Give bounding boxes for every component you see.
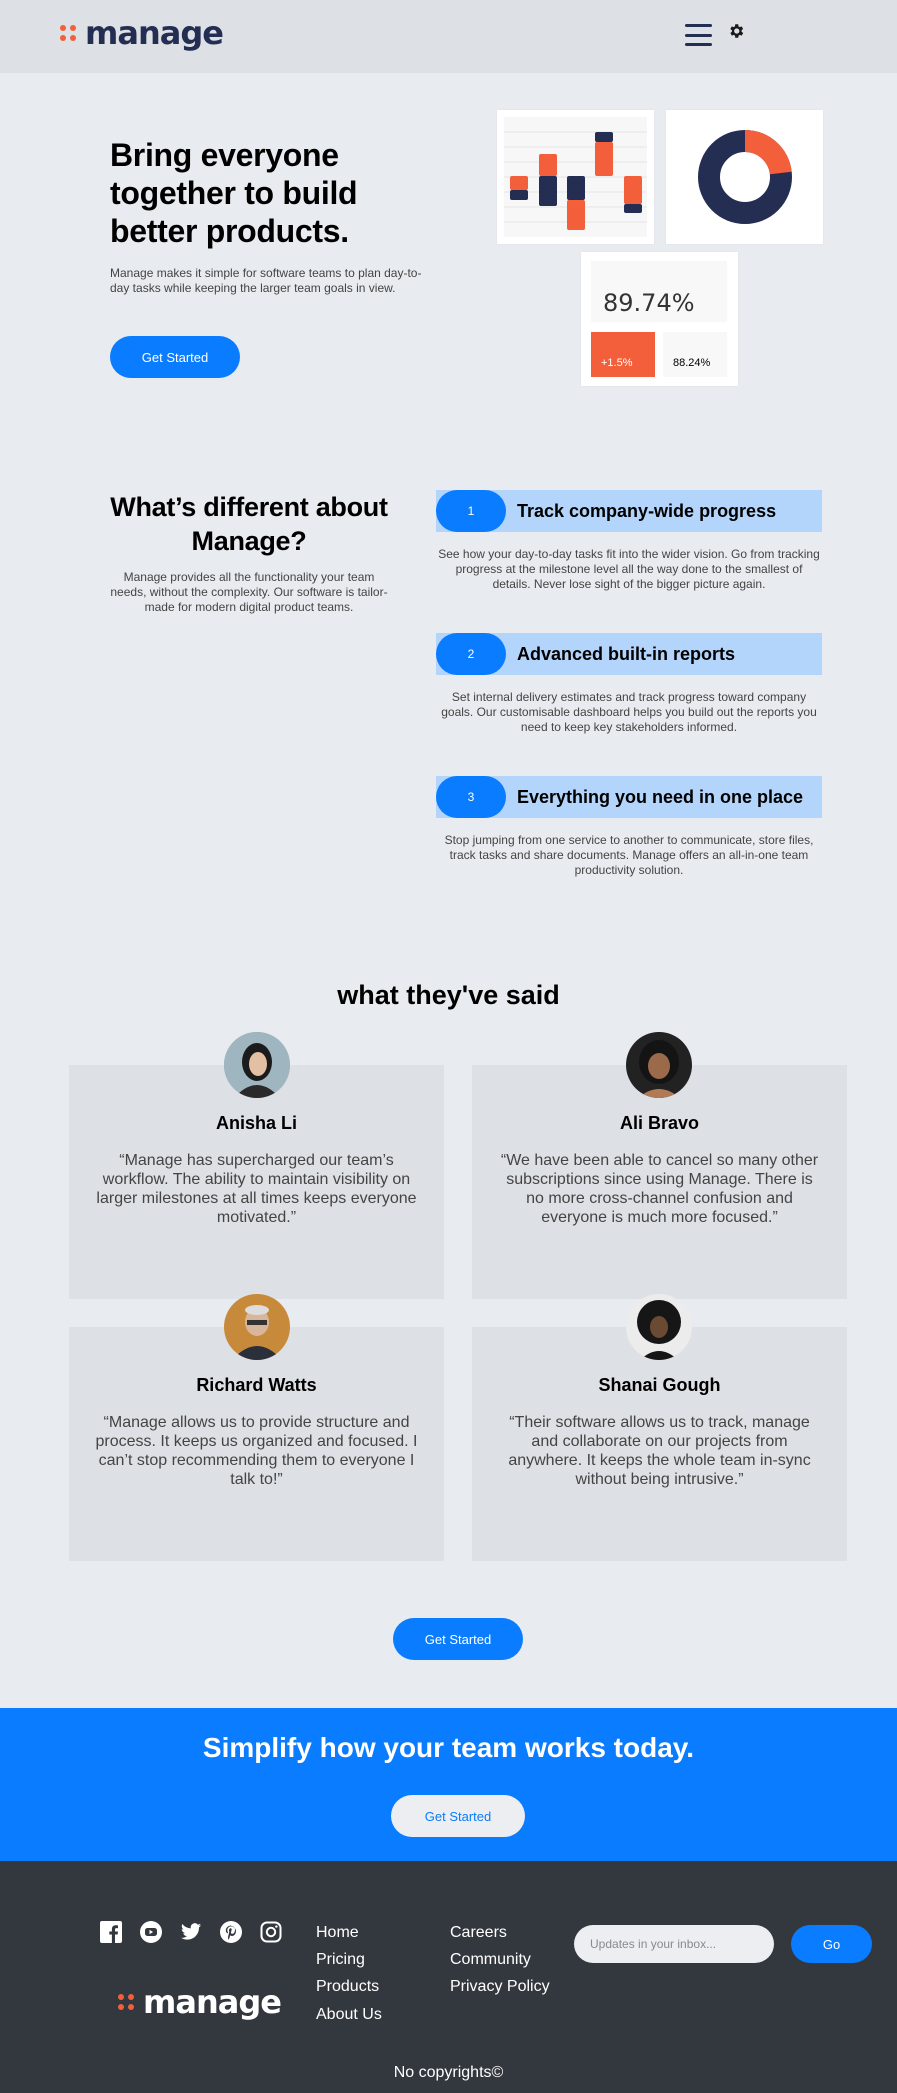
feature-header-2: 2 Advanced built-in reports <box>436 633 822 675</box>
footer-link-pricing[interactable]: Pricing <box>316 1951 365 1969</box>
stat-secondary-box: 88.24% <box>663 332 727 377</box>
logo-dots-icon <box>118 1994 134 2010</box>
footer-link-privacy-policy[interactable]: Privacy Policy <box>450 1978 550 1996</box>
site-header: manage <box>0 0 897 73</box>
instagram-icon[interactable] <box>260 1921 282 1943</box>
feature-description: Set internal delivery estimates and trac… <box>441 690 817 734</box>
logo[interactable]: manage <box>60 14 224 52</box>
pinterest-icon[interactable] <box>220 1921 242 1943</box>
feature-title: Advanced built-in reports <box>517 644 736 664</box>
feature-description: See how your day-to-day tasks fit into t… <box>438 547 820 591</box>
site-footer: manage Home Pricing Products About Us Ca… <box>0 1861 897 2093</box>
feature-number: 1 <box>436 490 506 532</box>
different-title: What’s different about Manage? <box>110 492 388 556</box>
banner-get-started-button[interactable]: Get Started <box>391 1795 525 1837</box>
footer-link-careers[interactable]: Careers <box>450 1924 507 1942</box>
testimonials-title: what they've said <box>337 980 560 1010</box>
footer-link-products[interactable]: Products <box>316 1978 379 1996</box>
testimonial-name: Richard Watts <box>196 1375 317 1395</box>
gear-icon[interactable] <box>727 22 745 42</box>
testimonial-quote: “Manage has supercharged our team’s work… <box>96 1152 417 1226</box>
footer-logo[interactable]: manage <box>118 1983 282 2021</box>
feature-title: Track company-wide progress <box>517 501 777 521</box>
stat-value: 89.74% <box>603 289 695 317</box>
stat-card-illustration: 89.74% +1.5% 88.24% <box>581 252 738 386</box>
different-subtitle: Manage provides all the functionality yo… <box>110 570 388 614</box>
stat-change: +1.5% <box>601 357 633 369</box>
logo-text: manage <box>85 14 224 52</box>
twitter-icon[interactable] <box>180 1921 202 1943</box>
avatar <box>224 1032 290 1098</box>
logo-dots-icon <box>60 25 76 41</box>
feature-header-1: 1 Track company-wide progress <box>436 490 822 532</box>
testimonial-quote: “Their software allows us to track, mana… <box>508 1414 811 1488</box>
logo-text: manage <box>143 1983 282 2021</box>
avatar <box>626 1032 692 1098</box>
stat-change-box: +1.5% <box>591 332 655 377</box>
footer-link-about-us[interactable]: About Us <box>316 2006 382 2024</box>
hero-get-started-button[interactable]: Get Started <box>110 336 240 378</box>
hamburger-menu-icon[interactable] <box>685 24 712 46</box>
youtube-icon[interactable] <box>140 1921 162 1943</box>
newsletter-email-input[interactable] <box>574 1925 774 1963</box>
testimonial-quote: “We have been able to cancel so many oth… <box>500 1152 819 1226</box>
testimonial-quote: “Manage allows us to provide structure a… <box>95 1414 418 1488</box>
testimonial-name: Ali Bravo <box>619 1113 700 1133</box>
hero-subtitle: Manage makes it simple for software team… <box>110 266 422 295</box>
stat-panel: 89.74% <box>591 261 727 322</box>
hero-title: Bring everyone together to build better … <box>110 137 358 249</box>
avatar <box>626 1294 692 1360</box>
footer-link-community[interactable]: Community <box>450 1951 531 1969</box>
testimonials-get-started-button[interactable]: Get Started <box>393 1618 523 1660</box>
testimonial-name: Anisha Li <box>215 1113 297 1133</box>
footer-link-home[interactable]: Home <box>316 1924 359 1942</box>
feature-number: 3 <box>436 776 506 818</box>
facebook-icon[interactable] <box>100 1921 122 1943</box>
testimonial-name: Shanai Gough <box>598 1375 721 1395</box>
feature-number: 2 <box>436 633 506 675</box>
donut-chart-illustration <box>666 110 823 244</box>
copyright-text: No copyrights© <box>393 2064 504 2081</box>
feature-description: Stop jumping from one service to another… <box>444 833 814 877</box>
cta-banner: Simplify how your team works today. Get … <box>0 1708 897 1861</box>
banner-title: Simplify how your team works today. <box>202 1732 695 1763</box>
newsletter-go-button[interactable]: Go <box>791 1925 872 1963</box>
avatar <box>224 1294 290 1360</box>
stat-secondary: 88.24% <box>673 357 711 369</box>
feature-header-3: 3 Everything you need in one place <box>436 776 822 818</box>
feature-title: Everything you need in one place <box>517 787 804 807</box>
bar-chart-illustration <box>497 110 654 244</box>
